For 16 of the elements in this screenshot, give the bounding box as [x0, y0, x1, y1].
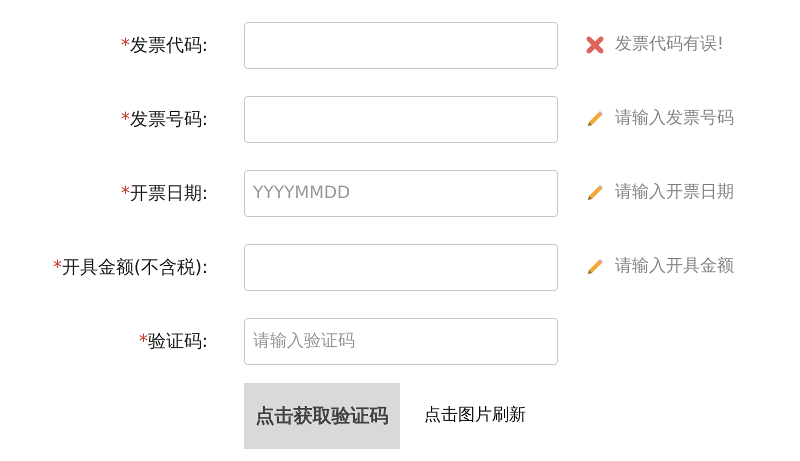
captcha-image[interactable]: 点击获取验证码	[244, 383, 400, 449]
field-label: *发票代码:	[120, 34, 208, 58]
field-label: *开具金额(不含税):	[52, 256, 208, 280]
hint-text: 请输入开票日期	[615, 181, 734, 204]
hint-text: 请输入开具金额	[615, 255, 734, 278]
refresh-hint: 点击图片刷新	[424, 404, 526, 428]
field-label: *发票号码:	[120, 108, 208, 132]
input-field[interactable]: 请输入验证码	[244, 318, 558, 364]
input-field[interactable]: YYYYMMDD	[244, 170, 558, 216]
hint-text: 发票代码有误!	[615, 33, 724, 56]
input-field[interactable]	[244, 22, 558, 68]
hint-text: 请输入发票号码	[615, 107, 734, 130]
input-field[interactable]	[244, 244, 558, 290]
field-label: *开票日期:	[120, 182, 208, 206]
input-field[interactable]	[244, 96, 558, 142]
field-label: *验证码:	[138, 330, 208, 354]
